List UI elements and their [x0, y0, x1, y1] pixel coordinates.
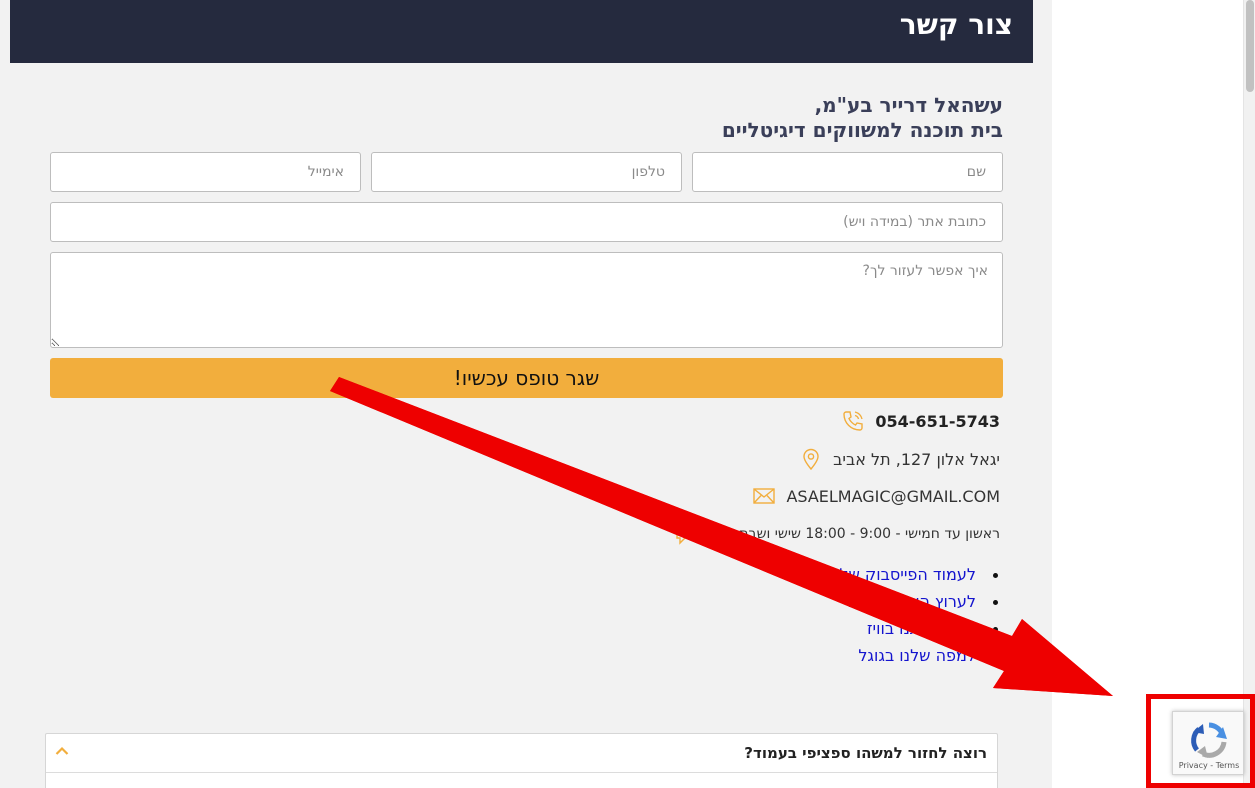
screenshot-stage: צור קשר עשהאל דרייר בע"מ, בית תוכנה למשו… — [0, 0, 1255, 788]
recaptcha-separator: - — [1207, 761, 1216, 770]
annotation-arrow — [330, 377, 1113, 696]
recaptcha-privacy-link[interactable]: Privacy — [1179, 761, 1208, 770]
recaptcha-icon — [1191, 722, 1227, 758]
recaptcha-links: Privacy - Terms — [1173, 761, 1245, 770]
recaptcha-badge[interactable]: Privacy - Terms — [1172, 711, 1244, 775]
recaptcha-terms-link[interactable]: Terms — [1216, 761, 1240, 770]
